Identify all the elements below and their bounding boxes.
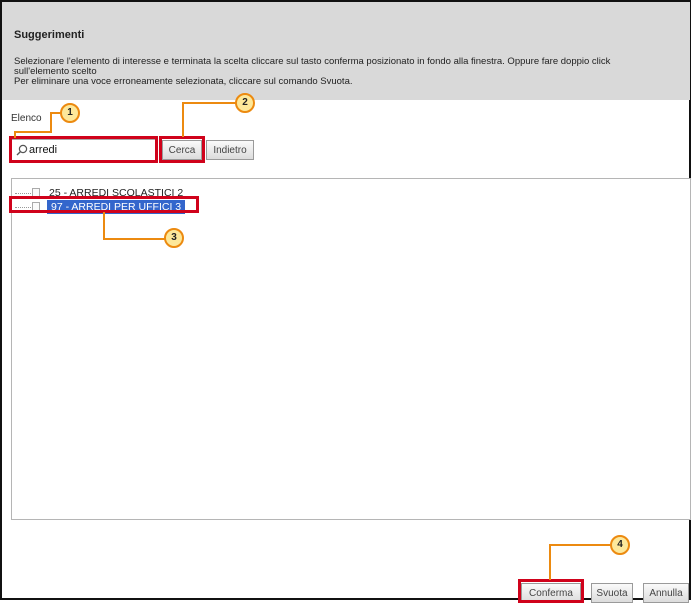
instruction-line: Per eliminare una voce erroneamente sele… [14, 76, 353, 87]
cancel-button[interactable]: Annulla [643, 583, 689, 603]
document-icon [32, 202, 40, 212]
callout-badge-4: 4 [610, 535, 630, 555]
instructions: Selezionare l'elemento di interesse e te… [14, 57, 689, 87]
callout-badge-1: 1 [60, 103, 80, 123]
search-field[interactable] [11, 139, 157, 161]
list-label: Elenco [11, 113, 42, 124]
callout-leader [50, 112, 52, 133]
callout-leader [549, 544, 611, 546]
callout-leader [549, 545, 551, 580]
clear-button[interactable]: Svuota [591, 583, 633, 603]
search-input[interactable] [29, 142, 149, 158]
callout-leader [14, 131, 50, 133]
document-icon [32, 188, 40, 198]
callout-leader [103, 212, 105, 239]
tree-item-label: 25 - ARREDI SCOLASTICI 2 [49, 187, 184, 199]
callout-leader [182, 103, 184, 137]
confirm-button[interactable]: Conferma [521, 583, 581, 603]
instruction-line: Selezionare l'elemento di interesse e te… [14, 56, 611, 67]
dialog-title: Suggerimenti [14, 29, 85, 41]
tree-connector [15, 193, 31, 194]
search-icon [16, 144, 28, 156]
tree-list: 25 - ARREDI SCOLASTICI 2 97 - ARREDI PER… [11, 178, 691, 520]
callout-leader [103, 238, 165, 240]
dialog-header: Suggerimenti Selezionare l'elemento di i… [2, 2, 690, 100]
search-button[interactable]: Cerca [162, 140, 202, 160]
callout-leader [182, 102, 236, 104]
callout-badge-2: 2 [235, 93, 255, 113]
tree-connector [15, 207, 31, 208]
callout-badge-3: 3 [164, 228, 184, 248]
back-button[interactable]: Indietro [206, 140, 254, 160]
tree-item-label: 97 - ARREDI PER UFFICI 3 [47, 200, 186, 214]
